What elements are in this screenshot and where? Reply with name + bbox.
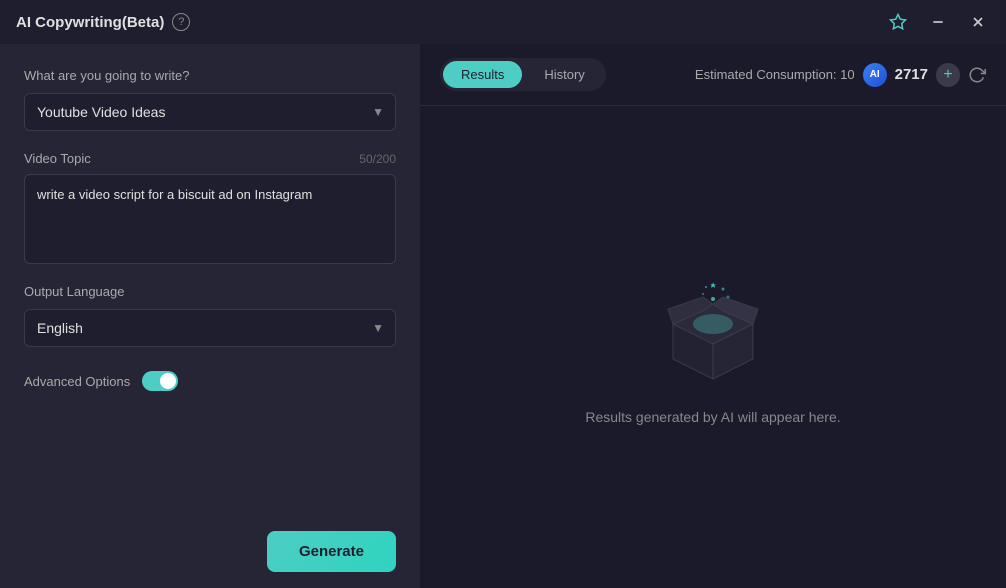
video-topic-label: Video Topic <box>24 151 91 166</box>
add-credit-button[interactable]: + <box>936 63 960 87</box>
language-dropdown-wrapper: English ▼ <box>24 309 396 347</box>
content-type-dropdown[interactable]: Youtube Video Ideas <box>24 93 396 131</box>
advanced-options-toggle[interactable] <box>142 371 178 391</box>
empty-state: Results generated by AI will appear here… <box>420 106 1006 588</box>
language-dropdown[interactable]: English <box>24 309 396 347</box>
box-illustration <box>648 269 778 389</box>
char-count: 50/200 <box>359 152 396 166</box>
video-topic-header: Video Topic 50/200 <box>24 151 396 166</box>
right-header: Results History Estimated Consumption: 1… <box>420 44 1006 106</box>
right-panel: Results History Estimated Consumption: 1… <box>420 44 1006 588</box>
consumption-label: Estimated Consumption: 10 <box>695 67 855 82</box>
consumption-area: Estimated Consumption: 10 AI 2717 + <box>695 63 986 87</box>
video-topic-input[interactable] <box>24 174 396 264</box>
generate-btn-wrapper: Generate <box>24 531 396 572</box>
left-panel: What are you going to write? Youtube Vid… <box>0 44 420 588</box>
app-title: AI Copywriting(Beta) <box>16 14 164 31</box>
tab-results[interactable]: Results <box>443 61 522 88</box>
title-bar: AI Copywriting(Beta) ? <box>0 0 1006 44</box>
toggle-knob <box>160 373 176 389</box>
app-window: AI Copywriting(Beta) ? <box>0 0 1006 588</box>
pin-button[interactable] <box>886 10 910 34</box>
prompt-label: What are you going to write? <box>24 68 396 83</box>
generate-button[interactable]: Generate <box>267 531 396 572</box>
minimize-button[interactable] <box>926 10 950 34</box>
empty-state-text: Results generated by AI will appear here… <box>585 409 840 425</box>
title-bar-right <box>886 10 990 34</box>
main-content: What are you going to write? Youtube Vid… <box>0 44 1006 588</box>
tab-group: Results History <box>440 58 606 91</box>
ai-badge: AI <box>863 63 887 87</box>
title-bar-left: AI Copywriting(Beta) ? <box>16 13 190 31</box>
content-type-dropdown-wrapper: Youtube Video Ideas ▼ <box>24 93 396 131</box>
advanced-options-row: Advanced Options <box>24 371 396 391</box>
advanced-options-label: Advanced Options <box>24 374 130 389</box>
output-language-label: Output Language <box>24 284 396 299</box>
close-button[interactable] <box>966 10 990 34</box>
credit-count: 2717 <box>895 66 928 83</box>
refresh-button[interactable] <box>968 66 986 84</box>
info-icon[interactable]: ? <box>172 13 190 31</box>
tab-history[interactable]: History <box>526 61 602 88</box>
